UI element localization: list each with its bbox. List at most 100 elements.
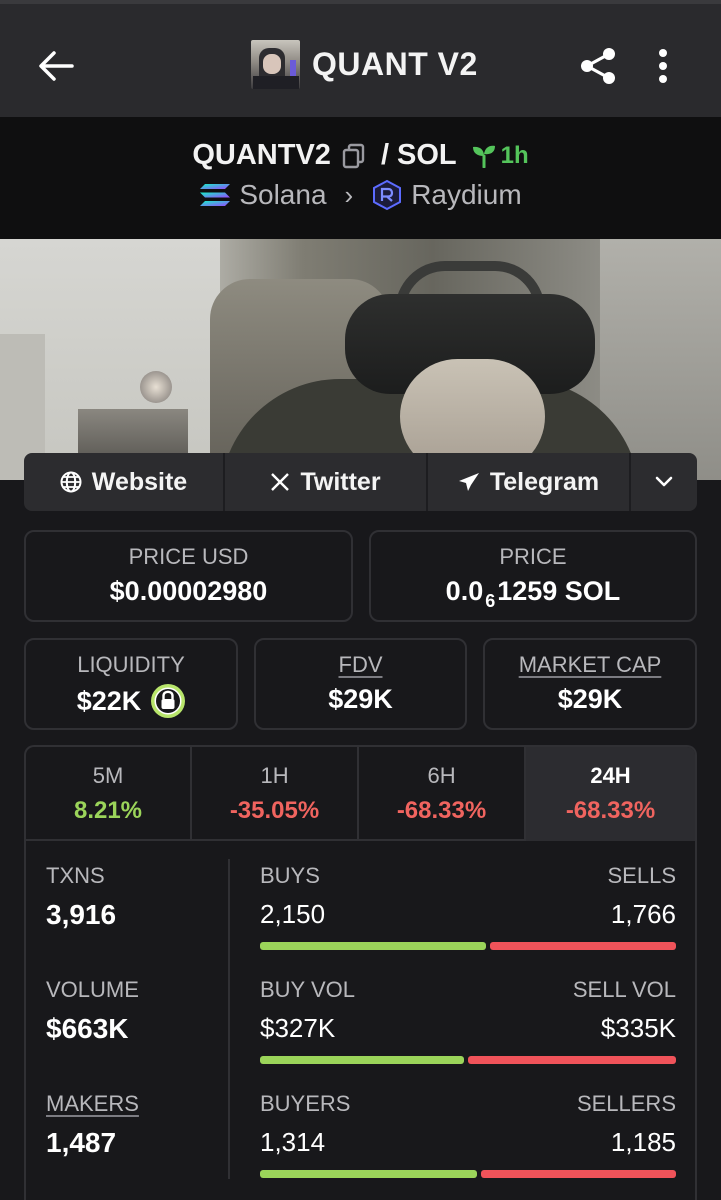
buy-sell-volume-bar [260,1056,676,1064]
quote-symbol: SOL [397,139,457,171]
sell-vol-bar-fill [467,1056,676,1064]
fdv-value: $29K [328,684,393,714]
volume-value: $663K [46,1013,129,1044]
buyers-label: BUYERS [260,1091,351,1116]
price-zero-count: 6 [485,591,496,611]
token-title: QUANT V2 [251,38,478,90]
sells-label: SELLS [607,863,677,888]
base-symbol: QUANTV2 [192,139,331,171]
sellers-bar-fill [480,1170,676,1178]
makers-stat: MAKERS 1,487 [46,1091,216,1200]
share-button[interactable] [574,42,622,90]
txns-stat: TXNS 3,916 [46,863,216,977]
buys-label: BUYS [260,863,320,888]
buy-sell-volume-stat: BUY VOL SELL VOL $327K $335K [260,977,676,1091]
sell-vol-label: SELL VOL [572,977,676,1002]
tab-label: 1H [260,763,289,788]
market-cap-value: $29K [557,684,623,714]
tab-5m[interactable]: 5M 8.21% [26,747,193,841]
buys-value: 2,150 [260,899,326,929]
telegram-label: Telegram [489,467,600,496]
liquidity-card: LIQUIDITY $22K [24,638,238,730]
social-links: Website Twitter Telegram [24,453,697,511]
back-button[interactable] [28,42,84,90]
tab-label: 5M [92,763,124,788]
buys-sells-bar [260,942,676,950]
makers-label[interactable]: MAKERS [46,1091,216,1117]
sellers-label: SELLERS [576,1091,676,1116]
fdv-card: FDV $29K [254,638,467,730]
x-logo-icon [271,473,290,491]
price-usd-value: $0.00002980 [109,576,268,606]
liquidity-value: $22K [76,685,142,716]
copy-address-button[interactable] [339,141,369,171]
buy-vol-label: BUY VOL [260,977,355,1002]
sells-bar-fill [490,942,676,950]
chevron-right-icon: › [344,179,354,210]
timeframe-tabs: 5M 8.21% 1H -35.05% 6H -68.33% 24H -68.3… [26,747,695,841]
buyers-sellers-stat: BUYERS SELLERS 1,314 1,185 [260,1091,676,1200]
twitter-link[interactable]: Twitter [225,453,428,511]
price-suffix: 1259 SOL [497,576,621,606]
tab-1h[interactable]: 1H -35.05% [192,747,360,841]
copy-icon [342,143,365,168]
buy-vol-value: $327K [260,1013,336,1043]
sprout-icon [472,145,495,168]
more-button[interactable] [640,42,686,90]
tab-24h[interactable]: 24H -68.33% [526,747,695,841]
sell-vol-value: $335K [600,1013,676,1043]
market-cap-card: MARKET CAP $29K [483,638,697,730]
tab-change: 8.21% [73,797,143,824]
fdv-label[interactable]: FDV [256,652,465,678]
share-icon [581,48,615,84]
pair-age-label: 1h [500,141,529,169]
makers-value: 1,487 [46,1127,117,1158]
buy-vol-bar-fill [260,1056,464,1064]
dex-badge[interactable]: Raydium [371,179,522,211]
pair-age: 1h [471,142,529,170]
buys-sells-stat: BUYS SELLS 2,150 1,766 [260,863,676,977]
liquidity-label: LIQUIDITY [77,652,185,677]
liquidity-locked-badge[interactable] [151,684,186,718]
txns-label: TXNS [46,863,105,888]
price-usd-card: PRICE USD $0.00002980 [24,530,353,622]
buys-bar-fill [260,942,487,950]
tab-change: -68.33% [396,797,487,824]
price-prefix: 0.0 [445,576,484,606]
tab-change: -35.05% [229,797,320,824]
solana-icon [200,184,231,206]
dex-name: Raydium [411,179,522,210]
paper-plane-icon [458,473,479,491]
volume-label: VOLUME [46,977,139,1002]
more-vertical-icon [659,49,667,83]
stats-panel: 5M 8.21% 1H -35.05% 6H -68.33% 24H -68.3… [24,745,697,1200]
txns-value: 3,916 [46,899,117,930]
page-title: QUANT V2 [312,45,478,82]
trade-stats: TXNS 3,916 VOLUME $663K MAKERS 1,487 BUY… [26,841,695,1200]
tab-6h[interactable]: 6H -68.33% [359,747,527,841]
globe-icon [60,471,82,493]
tab-label: 6H [427,763,456,788]
telegram-link[interactable]: Telegram [428,453,631,511]
buyers-bar-fill [260,1170,477,1178]
price-native-label: PRICE [499,544,567,569]
buyers-sellers-bar [260,1170,676,1178]
more-links-button[interactable] [631,453,697,511]
tab-change: -68.33% [565,797,656,824]
volume-stat: VOLUME $663K [46,977,216,1091]
app-bar: QUANT V2 [0,0,721,117]
website-label: Website [91,467,188,496]
price-usd-label: PRICE USD [128,544,249,569]
raydium-icon [373,179,402,211]
price-native-value: 0.0 6 1259 SOL [371,576,695,611]
sells-value: 1,766 [610,899,676,929]
token-avatar [251,39,300,89]
chain-badge[interactable]: Solana [199,179,327,211]
website-link[interactable]: Website [24,453,225,511]
sellers-value: 1,185 [610,1127,676,1157]
chevron-down-icon [655,476,673,487]
stats-divider [228,859,230,1179]
market-cap-label[interactable]: MARKET CAP [485,652,695,678]
pair-separator: / [380,139,389,171]
tab-label: 24H [590,763,631,788]
